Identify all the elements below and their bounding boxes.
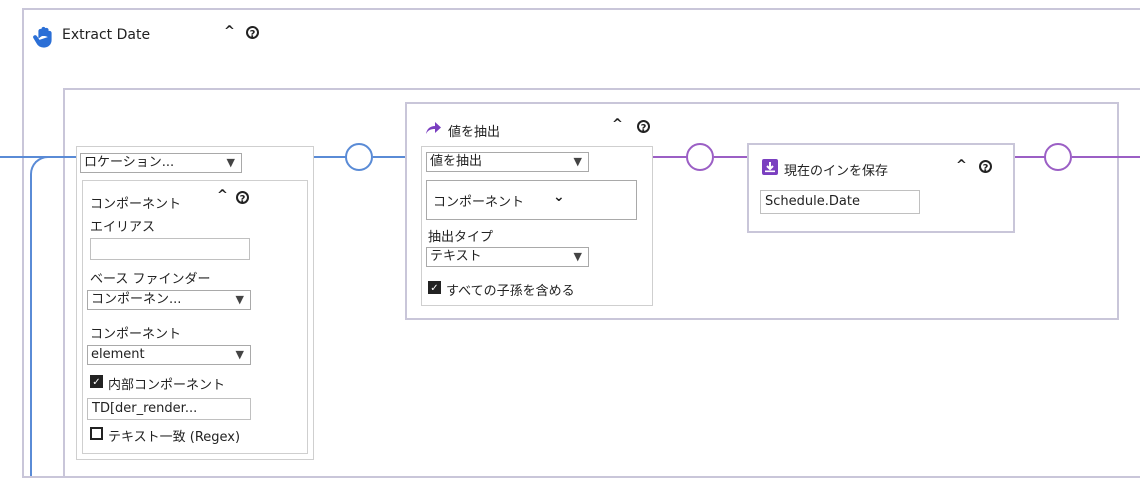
base-finder-value: コンポーネン... [91,292,182,307]
flow-connector-node[interactable] [1044,143,1072,171]
save-variable-input[interactable]: Schedule.Date [760,190,920,214]
chevron-down-icon: ▼ [573,250,582,263]
extract-title: 値を抽出 [448,125,501,140]
help-icon[interactable]: ? [246,26,259,40]
arrow-icon [424,120,442,136]
save-help-icon[interactable]: ? [979,160,992,174]
save-collapse-caret-icon[interactable]: ^ [956,158,967,173]
location-dropdown[interactable]: ロケーション... ▼ [80,153,242,173]
flow-branch-curve [30,156,54,476]
chevron-down-icon: ▼ [235,348,244,361]
extract-collapse-caret-icon[interactable]: ^ [612,117,623,132]
hand-icon [32,25,56,49]
extract-type-dropdown[interactable]: テキスト ▼ [426,247,589,267]
flow-line-purple-4 [1072,156,1140,158]
selector-input[interactable]: TD[der_render... [87,398,251,420]
collapse-caret-icon[interactable]: ^ [224,24,235,39]
extract-dropdown[interactable]: 値を抽出 ▼ [426,152,589,172]
flow-line-purple-2 [714,156,748,158]
save-block [747,143,1015,233]
save-title: 現在のインを保存 [784,164,889,179]
chevron-down-icon: ▼ [235,293,244,306]
chevron-down-icon: ▼ [573,155,582,168]
save-icon [762,159,778,175]
chevron-down-icon: ▼ [226,156,235,169]
descendants-checkbox[interactable]: ✓ [428,281,441,294]
component-help-icon[interactable]: ? [236,191,249,205]
location-dropdown-value: ロケーション... [84,155,175,170]
extract-type-label: 抽出タイプ [428,230,494,245]
flow-line-purple [653,156,687,158]
base-finder-dropdown[interactable]: コンポーネン... ▼ [87,290,251,310]
component-dropdown[interactable]: element ▼ [87,345,251,365]
chevron-down-icon: ⌄ [553,189,565,205]
regex-label: テキスト一致 (Regex) [108,430,241,445]
descendants-label: すべての子孫を含める [446,284,575,299]
flow-connector-node[interactable] [345,143,373,171]
internal-component-label: 内部コンポーネント [108,378,226,393]
alias-label: エイリアス [90,220,156,235]
internal-component-checkbox[interactable]: ✓ [90,375,103,388]
extract-type-value: テキスト [430,249,482,264]
alias-input[interactable] [90,238,250,260]
extract-help-icon[interactable]: ? [637,120,650,134]
component-label: コンポーネント [90,327,182,342]
component-panel-title: コンポーネント [90,197,182,212]
extract-dropdown-value: 値を抽出 [430,154,483,169]
flow-line-purple-3 [1015,156,1045,158]
component-collapse-caret-icon[interactable]: ^ [217,188,228,203]
page-title: Extract Date [62,27,151,43]
flow-line-blue [314,156,346,158]
extract-component-value: コンポーネント [433,195,525,210]
component-value: element [91,347,145,362]
base-finder-label: ベース ファインダー [90,272,211,287]
regex-checkbox[interactable] [90,427,103,440]
extract-component-box[interactable]: コンポーネント ⌄ [426,180,637,220]
flow-connector-node[interactable] [686,143,714,171]
